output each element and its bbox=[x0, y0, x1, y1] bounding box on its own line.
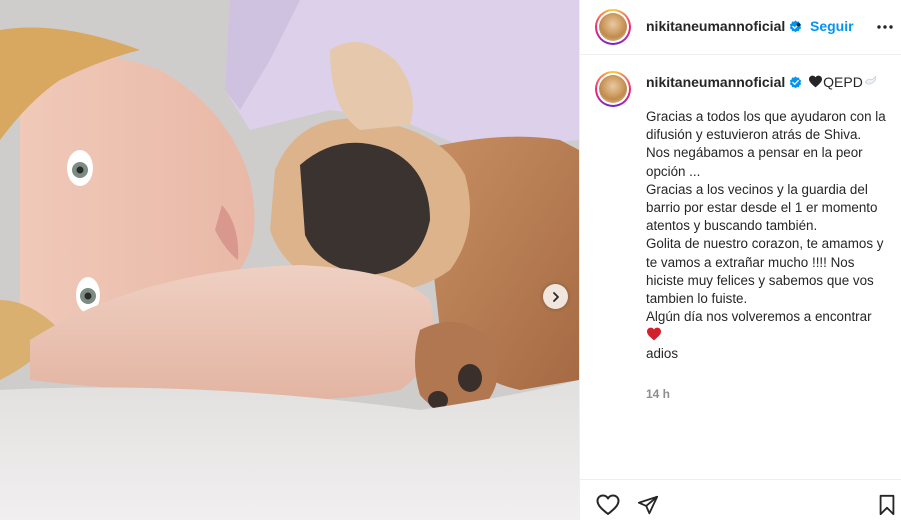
chevron-right-icon bbox=[552, 291, 559, 302]
follow-button[interactable]: Seguir bbox=[810, 18, 854, 34]
verified-badge-icon bbox=[790, 76, 802, 89]
caption-title: QEPD bbox=[823, 74, 863, 90]
caption-avatar[interactable] bbox=[595, 71, 631, 107]
avatar[interactable] bbox=[595, 9, 631, 45]
caption-username-link[interactable]: nikitaneumannoficial bbox=[646, 74, 785, 90]
post-actions-bar bbox=[580, 479, 901, 520]
more-options-icon bbox=[877, 25, 893, 29]
black-heart-icon bbox=[809, 75, 823, 88]
share-button[interactable] bbox=[637, 494, 659, 520]
caption-text: Gracias a todos los que ayudaron con la … bbox=[646, 109, 886, 325]
dove-icon bbox=[864, 75, 877, 85]
next-photo-button[interactable] bbox=[543, 284, 568, 309]
post-side-panel: nikitaneumannoficial • Seguir nikitaneum… bbox=[579, 0, 901, 520]
red-heart-icon bbox=[647, 328, 661, 341]
caption-body: Gracias a todos los que ayudaron con la … bbox=[646, 108, 891, 363]
caption-header: nikitaneumannoficial QEPD bbox=[646, 74, 878, 90]
caption-username-text: nikitaneumannoficial bbox=[646, 74, 786, 90]
bookmark-icon bbox=[879, 494, 895, 516]
separator-dot: • bbox=[796, 16, 801, 32]
like-button[interactable] bbox=[596, 494, 620, 520]
post-timestamp[interactable]: 14 h bbox=[646, 387, 670, 401]
caption-end: adios bbox=[646, 345, 679, 361]
post-photo[interactable] bbox=[0, 0, 579, 520]
post-image bbox=[0, 0, 579, 520]
paper-plane-icon bbox=[637, 495, 659, 515]
username-link[interactable]: nikitaneumannoficial bbox=[646, 18, 802, 34]
heart-outline-icon bbox=[596, 494, 620, 515]
username-text: nikitaneumannoficial bbox=[646, 18, 786, 34]
more-options-button[interactable] bbox=[876, 18, 894, 41]
save-button[interactable] bbox=[877, 494, 897, 520]
post-header: nikitaneumannoficial • Seguir bbox=[580, 0, 901, 55]
